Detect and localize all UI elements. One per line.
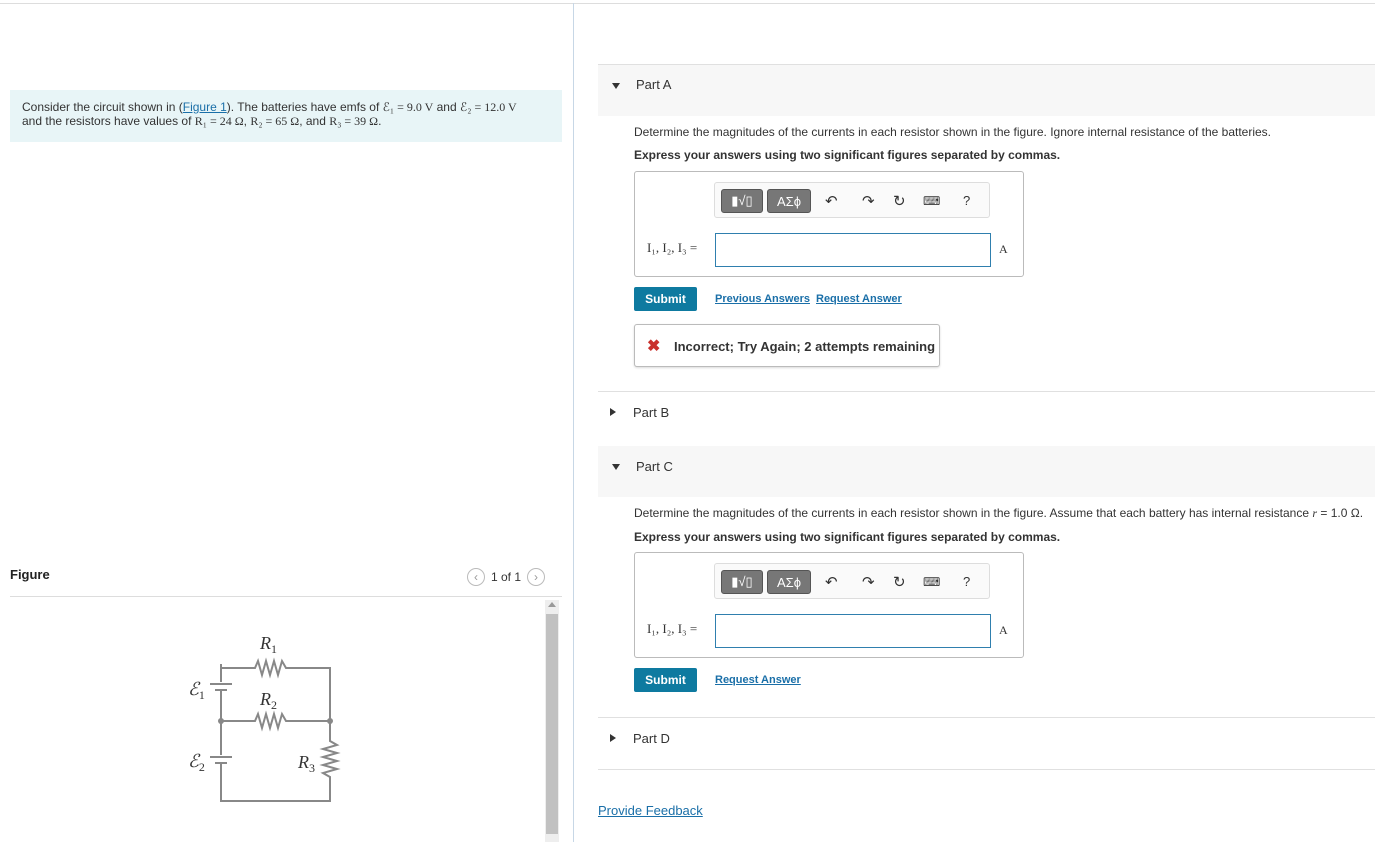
part-b-label: Part B: [633, 405, 670, 420]
part-c-label: Part C: [636, 459, 673, 474]
chevron-right-icon[interactable]: ›: [527, 568, 546, 586]
node-dot: [327, 718, 333, 724]
help-icon[interactable]: ?: [963, 193, 970, 208]
part-a-answer-input[interactable]: [715, 233, 991, 267]
templates-button[interactable]: ▮√▯: [721, 570, 763, 594]
collapse-icon: [612, 83, 620, 89]
part-a-header[interactable]: Part A: [598, 65, 1375, 116]
part-c-instruction: Express your answers using two significa…: [634, 530, 1061, 544]
expand-icon: [610, 408, 616, 416]
figure-link[interactable]: Figure 1: [183, 100, 227, 114]
undo-icon[interactable]: ↶: [825, 192, 838, 210]
label-r2: R2: [259, 689, 277, 712]
part-a-feedback: ✖ Incorrect; Try Again; 2 attempts remai…: [634, 324, 940, 367]
part-a-submit-button[interactable]: Submit: [634, 287, 697, 311]
figure-pager: ‹ 1 of 1 ›: [467, 568, 546, 586]
node-dot: [218, 718, 224, 724]
keyboard-icon[interactable]: ⌨: [923, 575, 940, 589]
problem-line-1: Consider the circuit shown in (Figure 1)…: [22, 100, 517, 114]
scroll-up-arrow-icon[interactable]: [548, 602, 556, 607]
chevron-left-icon[interactable]: ‹: [467, 568, 485, 586]
provide-feedback-link[interactable]: Provide Feedback: [598, 803, 703, 818]
circuit-diagram: R1 R2 R3 ℰ1 ℰ2: [188, 633, 341, 802]
math-toolbar: ▮√▯ ΑΣϕ ↶ ↷ ↻ ⌨ ?: [714, 182, 990, 218]
part-d-label: Part D: [633, 731, 670, 746]
top-border: [0, 3, 1375, 4]
expand-icon: [610, 734, 616, 742]
figure-scrollbar[interactable]: [545, 600, 559, 842]
figure-title: Figure: [10, 567, 50, 582]
symbols-button[interactable]: ΑΣϕ: [767, 570, 811, 594]
figure-divider: [10, 596, 562, 597]
part-c-submit-button[interactable]: Submit: [634, 668, 697, 692]
undo-icon[interactable]: ↶: [825, 573, 838, 591]
panel-divider: [573, 3, 574, 842]
emf2-value: ℰ₂ = 12.0 V: [460, 100, 517, 114]
separator: [598, 769, 1375, 770]
label-e2: ℰ2: [188, 751, 205, 774]
label-r3: R3: [297, 752, 315, 775]
math-toolbar: ▮√▯ ΑΣϕ ↶ ↷ ↻ ⌨ ?: [714, 563, 990, 599]
problem-line-2: and the resistors have values of R₁ = 24…: [22, 114, 382, 128]
part-c-answer-box: ▮√▯ ΑΣϕ ↶ ↷ ↻ ⌨ ? I₁, I₂, I₃ = A: [634, 552, 1024, 658]
emf1-value: ℰ₁ = 9.0 V: [382, 100, 434, 114]
problem-statement: Consider the circuit shown in (Figure 1)…: [10, 90, 562, 142]
part-a-answer-box: ▮√▯ ΑΣϕ ↶ ↷ ↻ ⌨ ? I₁, I₂, I₃ = A: [634, 171, 1024, 277]
r1-value: R₁ = 24 Ω: [194, 114, 244, 128]
separator: [598, 717, 1375, 718]
feedback-text: Incorrect; Try Again; 2 attempts remaini…: [674, 339, 936, 354]
part-c-unit: A: [999, 623, 1008, 637]
collapse-icon: [612, 464, 620, 470]
incorrect-x-icon: ✖: [647, 338, 661, 355]
separator: [598, 391, 1375, 392]
part-a-label: Part A: [636, 77, 672, 92]
r3-value: R₃ = 39 Ω: [329, 114, 379, 128]
part-a-request-answer-link[interactable]: Request Answer: [816, 293, 902, 305]
label-e1: ℰ1: [188, 679, 205, 702]
keyboard-icon[interactable]: ⌨: [923, 194, 940, 208]
part-c-equation-label: I₁, I₂, I₃ =: [647, 621, 698, 636]
part-c-request-answer-link[interactable]: Request Answer: [715, 674, 801, 686]
part-a-equation-label: I₁, I₂, I₃ =: [647, 240, 698, 255]
symbols-button[interactable]: ΑΣϕ: [767, 189, 811, 213]
part-a-instruction: Express your answers using two significa…: [634, 148, 1061, 162]
help-icon[interactable]: ?: [963, 574, 970, 589]
label-r1: R1: [259, 633, 277, 656]
part-c-answer-input[interactable]: [715, 614, 991, 648]
part-c-header[interactable]: Part C: [598, 446, 1375, 497]
previous-answers-link[interactable]: Previous Answers: [715, 293, 810, 305]
part-a-question: Determine the magnitudes of the currents…: [634, 125, 1272, 139]
part-c-question: Determine the magnitudes of the currents…: [634, 506, 1364, 520]
scroll-thumb[interactable]: [546, 614, 558, 834]
reset-icon[interactable]: ↻: [893, 192, 906, 210]
templates-button[interactable]: ▮√▯: [721, 189, 763, 213]
figure-page-count: 1 of 1: [491, 570, 522, 584]
part-a-unit: A: [999, 242, 1008, 256]
reset-icon[interactable]: ↻: [893, 573, 906, 591]
r2-value: R₂ = 65 Ω: [250, 114, 300, 128]
redo-icon[interactable]: ↷: [862, 192, 875, 210]
redo-icon[interactable]: ↷: [862, 573, 875, 591]
